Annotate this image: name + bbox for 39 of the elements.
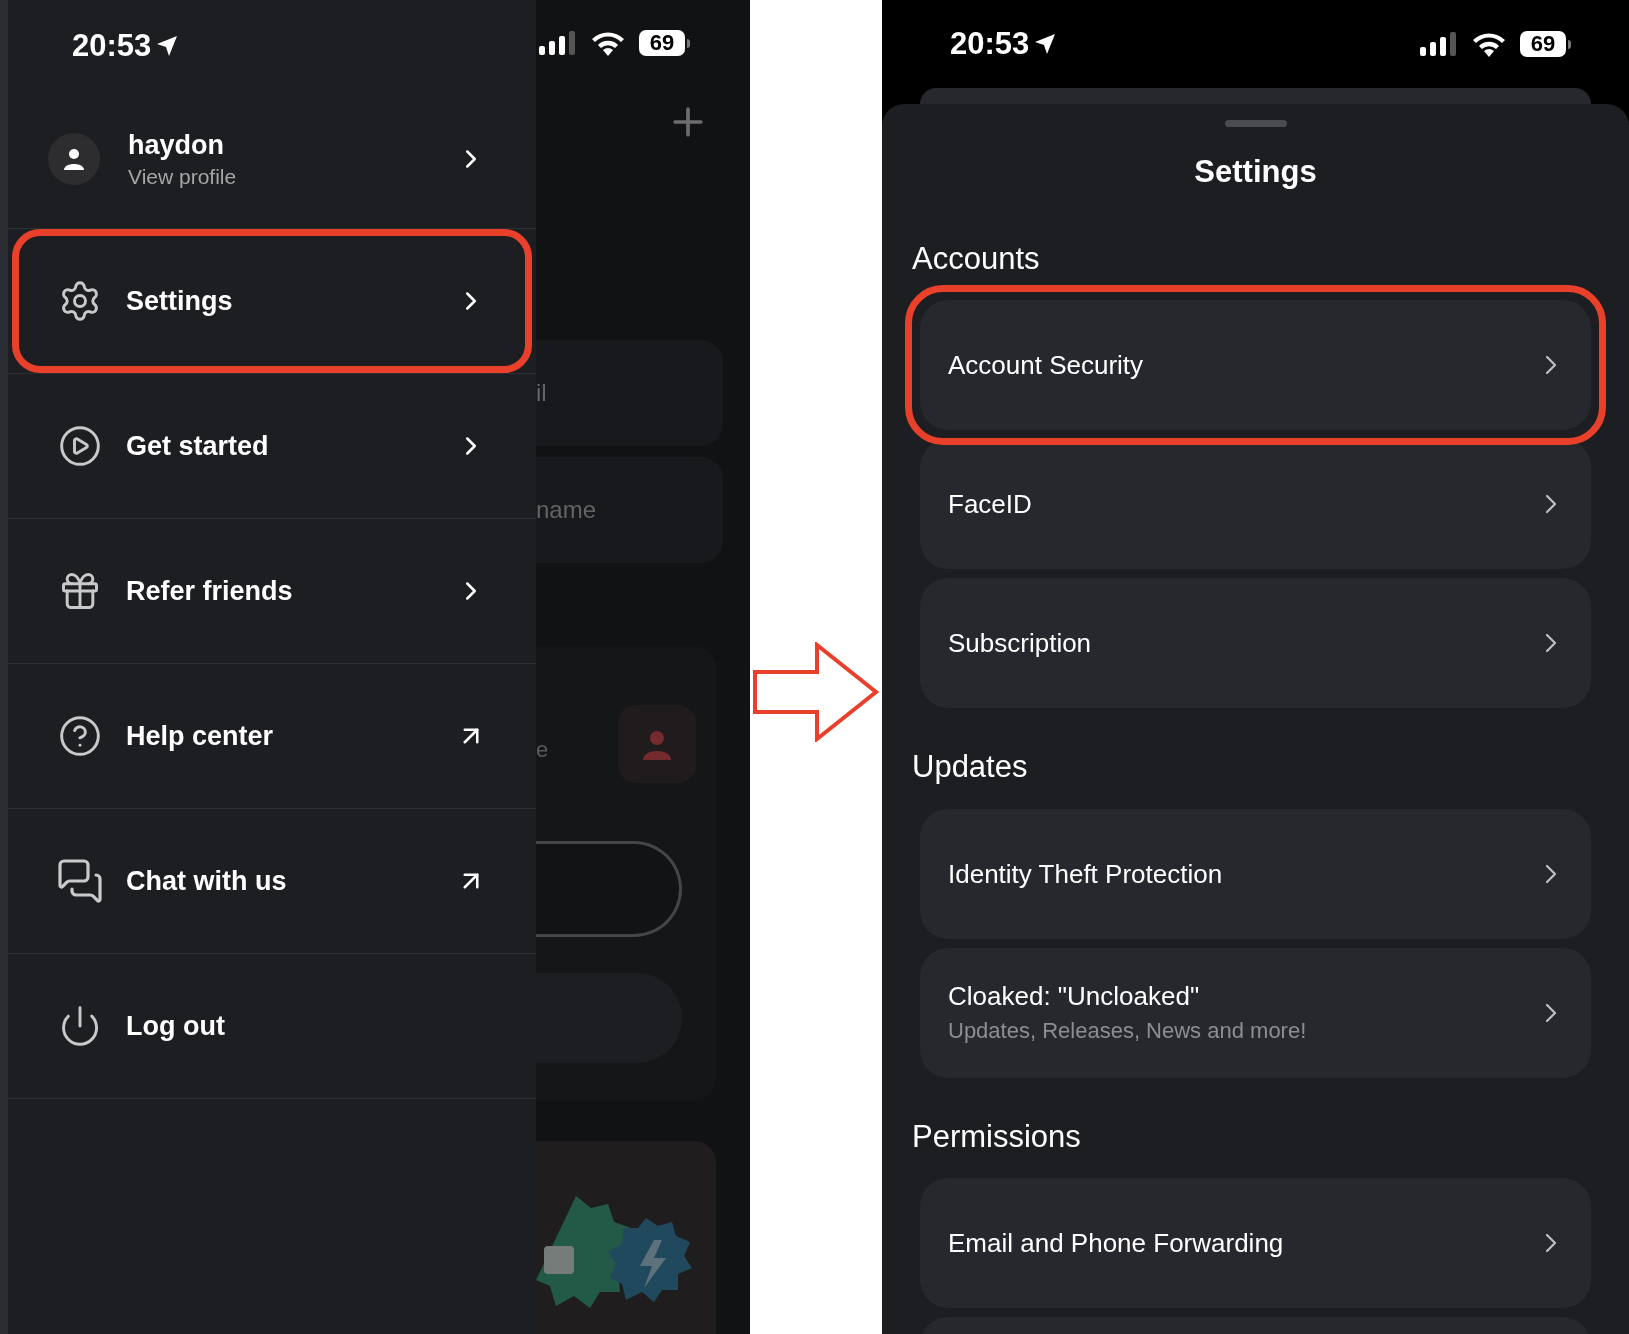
person-icon bbox=[62, 147, 86, 171]
profile-subtitle: View profile bbox=[128, 164, 238, 190]
section-header: Permissions bbox=[911, 1117, 1082, 1156]
section-header: Updates bbox=[911, 748, 1029, 786]
menu-item[interactable]: Get started bbox=[19, 381, 525, 511]
play-icon bbox=[58, 424, 102, 468]
card-text: e bbox=[536, 736, 549, 764]
drag-handle[interactable] bbox=[1224, 120, 1287, 127]
profile-name: haydon bbox=[128, 129, 225, 162]
outlined-pill[interactable] bbox=[536, 841, 682, 937]
settings-row[interactable]: Email and Phone Forwarding bbox=[920, 1178, 1591, 1308]
sheet-title: Settings bbox=[1193, 153, 1318, 191]
menu-item[interactable]: Help center bbox=[19, 671, 525, 801]
wifi-icon bbox=[591, 30, 625, 56]
settings-row[interactable]: Subscription bbox=[920, 578, 1591, 708]
chat-bubbles-icon bbox=[56, 857, 104, 905]
battery-tip-icon bbox=[687, 38, 690, 48]
profile-item[interactable]: haydon View profile bbox=[8, 90, 536, 228]
battery-level: 69 bbox=[639, 30, 685, 56]
location-arrow-icon bbox=[1033, 32, 1058, 56]
help-icon bbox=[58, 714, 102, 758]
right-arrow-icon bbox=[751, 642, 881, 742]
settings-row[interactable]: Identity Theft Protection bbox=[920, 808, 1591, 939]
settings-row[interactable]: Account Security bbox=[920, 300, 1591, 430]
settings-row[interactable]: Cloaked: "Uncloaked" Updates, Releases, News and more! bbox=[920, 947, 1591, 1078]
menu-item[interactable]: Log out bbox=[19, 961, 525, 1091]
signal-icon bbox=[539, 31, 577, 55]
menu-item[interactable]: Refer friends bbox=[19, 526, 525, 656]
person-tile-icon bbox=[618, 704, 696, 783]
status-time: 20:53 bbox=[72, 26, 152, 65]
wifi-icon bbox=[1472, 31, 1506, 57]
menu-item[interactable]: Settings bbox=[19, 236, 525, 366]
location-arrow-icon bbox=[155, 34, 180, 58]
section-header: Accounts bbox=[911, 239, 1041, 278]
battery-tip-icon bbox=[1568, 39, 1571, 49]
menu-item[interactable]: Chat with us bbox=[19, 816, 525, 946]
signal-icon bbox=[1420, 32, 1458, 56]
battery-level: 69 bbox=[1520, 31, 1566, 57]
status-time: 20:53 bbox=[950, 24, 1030, 63]
